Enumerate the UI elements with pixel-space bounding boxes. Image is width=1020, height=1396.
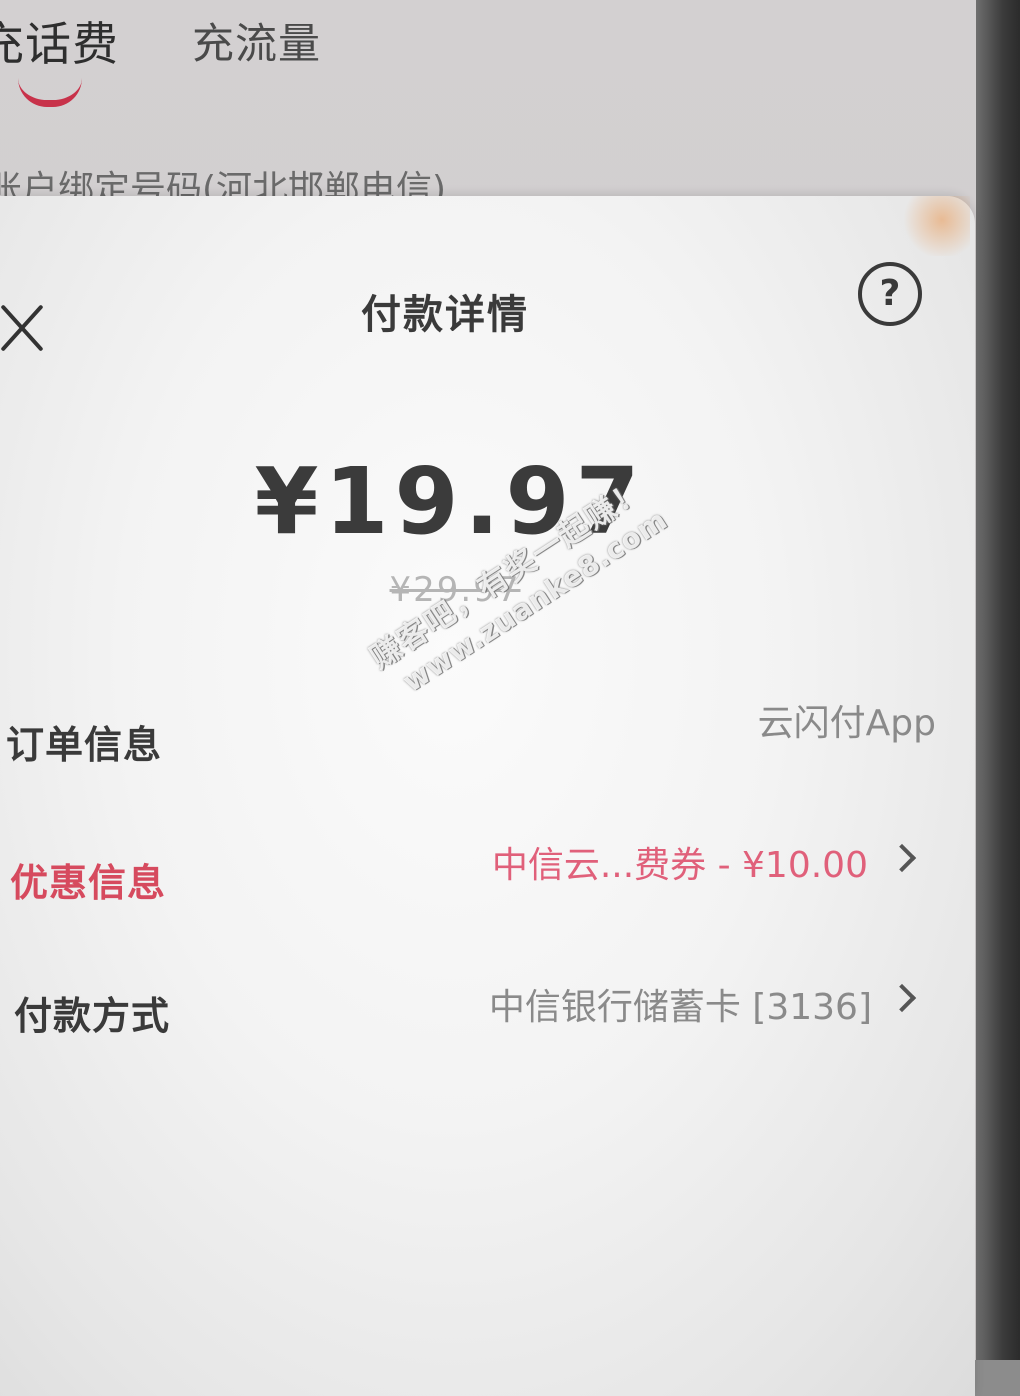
question-circle-icon[interactable]: ? <box>858 262 922 326</box>
discount-info-value[interactable]: 中信云...费券 - ¥10.00 <box>492 836 868 888</box>
photo-glare <box>900 196 970 256</box>
payment-detail-sheet <box>0 196 975 1396</box>
tab-recharge-data[interactable]: 充流量 <box>192 10 321 71</box>
sheet-title: 付款详情 <box>361 292 529 338</box>
close-icon[interactable] <box>0 302 44 354</box>
tab-recharge-phone[interactable]: 充话费 <box>0 8 119 74</box>
order-info-value: 云闪付App <box>757 703 936 744</box>
discount-info-label: 优惠信息 <box>10 861 167 905</box>
order-info-label: 订单信息 <box>6 723 163 767</box>
phone-bezel <box>976 0 1020 1360</box>
payment-method-label: 付款方式 <box>14 994 171 1038</box>
payment-method-value[interactable]: 中信银行储蓄卡 [3136] <box>489 978 872 1030</box>
active-tab-indicator <box>18 78 82 107</box>
